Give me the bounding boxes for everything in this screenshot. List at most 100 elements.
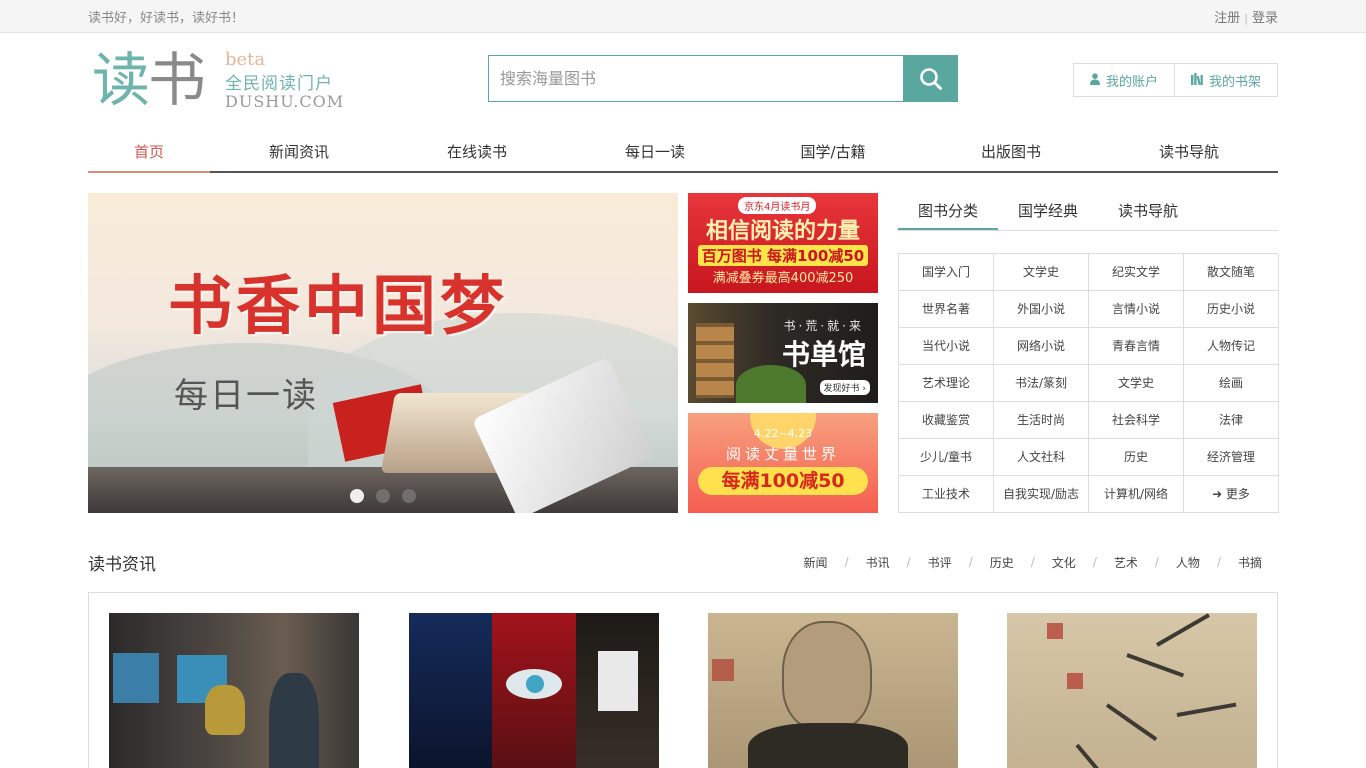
category-link[interactable]: 世界名著	[899, 291, 994, 328]
category-link[interactable]: 绘画	[1184, 365, 1279, 402]
account-links: 我的账户 我的书架	[1072, 63, 1278, 97]
bamboo-leaf	[1075, 743, 1118, 768]
site-logo[interactable]: 读书 beta 全民阅读门户 DUSHU.COM	[88, 47, 368, 117]
top-bar: 读书好，好读书，读好书！ 注册 | 登录	[0, 0, 1366, 33]
news-category-link[interactable]: 书评	[928, 554, 952, 571]
my-account-button[interactable]: 我的账户	[1074, 64, 1174, 96]
category-link[interactable]: 纪实文学	[1089, 254, 1184, 291]
category-panel: 图书分类 国学经典 读书导航 国学入门 文学史 纪实文学 散文随笔 世界名著 外国小说 言情…	[898, 193, 1279, 513]
news-category-link[interactable]: 艺术	[1114, 554, 1138, 571]
category-link[interactable]: 青春言情	[1089, 328, 1184, 365]
news-grid	[88, 592, 1278, 768]
login-link[interactable]: 登录	[1252, 11, 1278, 26]
nav-tab-publishing[interactable]: 出版图书	[922, 133, 1100, 171]
category-link[interactable]: 人文社科	[994, 439, 1089, 476]
news-thumbnail-bamboo-painting[interactable]	[1007, 613, 1257, 768]
ad-banner-world-reading[interactable]: 4.22~4.23 阅读丈量世界 每满100减50	[688, 413, 878, 513]
category-link[interactable]: 历史小说	[1184, 291, 1279, 328]
category-link[interactable]: 国学入门	[899, 254, 994, 291]
link-separator: /	[1154, 555, 1159, 569]
poster	[492, 613, 576, 768]
slider-dot-3[interactable]	[402, 489, 416, 503]
ad-subline: 满减叠券最高400减250	[712, 271, 854, 286]
logo-domain: DUSHU.COM	[225, 92, 345, 111]
category-link[interactable]: 计算机/网络	[1089, 476, 1184, 513]
category-link[interactable]: 社会科学	[1089, 402, 1184, 439]
news-thumbnail-museum[interactable]	[109, 613, 359, 768]
nav-tab-online-reading[interactable]: 在线读书	[388, 133, 566, 171]
category-link[interactable]: 书法/篆刻	[994, 365, 1089, 402]
auth-links: 注册 | 登录	[1214, 7, 1278, 26]
category-link[interactable]: 生活时尚	[994, 402, 1089, 439]
my-account-label: 我的账户	[1105, 74, 1158, 90]
news-category-link[interactable]: 书摘	[1238, 554, 1262, 571]
poster	[409, 613, 493, 768]
tab-book-categories[interactable]: 图书分类	[898, 193, 999, 230]
category-link[interactable]: 当代小说	[899, 328, 994, 365]
news-category-link[interactable]: 新闻	[804, 554, 828, 571]
category-link[interactable]: 言情小说	[1089, 291, 1184, 328]
bamboo-leaf	[1156, 613, 1210, 647]
ad-headline: 书单馆	[781, 338, 866, 371]
nav-tab-reading-guide[interactable]: 读书导航	[1100, 133, 1278, 171]
link-separator: /	[968, 555, 973, 569]
seal-stamp	[712, 659, 734, 681]
nav-tab-classics[interactable]: 国学/古籍	[744, 133, 922, 171]
category-link[interactable]: 外国小说	[994, 291, 1089, 328]
category-link[interactable]: 人物传记	[1184, 328, 1279, 365]
news-category-link[interactable]: 书讯	[866, 554, 890, 571]
tab-classics[interactable]: 国学经典	[998, 193, 1098, 230]
category-link[interactable]: 文学史	[1089, 365, 1184, 402]
portrait-body	[748, 723, 908, 768]
nav-tab-home[interactable]: 首页	[88, 133, 210, 173]
category-link[interactable]: 艺术理论	[899, 365, 994, 402]
ad-offer: 每满100减50	[698, 467, 868, 495]
category-link[interactable]: 网络小说	[994, 328, 1089, 365]
visitor-figure	[269, 673, 319, 768]
banner-row: 书香中国梦 每日一读 京东4月读书月 相信阅读的力量 百万图书 每满100减50…	[88, 193, 1279, 513]
slider-dots	[350, 489, 416, 503]
news-category-link[interactable]: 人物	[1176, 554, 1200, 571]
tab-reading-guide[interactable]: 读书导航	[1098, 193, 1198, 230]
category-link[interactable]: 少儿/童书	[899, 439, 994, 476]
search-button[interactable]	[903, 55, 958, 102]
register-link[interactable]: 注册	[1214, 11, 1240, 26]
search-icon	[919, 67, 942, 90]
category-link[interactable]: 历史	[1089, 439, 1184, 476]
category-link[interactable]: ➜ 更多	[1184, 476, 1279, 513]
link-separator: /	[1216, 555, 1221, 569]
auth-separator: |	[1244, 11, 1248, 25]
my-bookshelf-button[interactable]: 我的书架	[1173, 64, 1277, 96]
news-thumbnail-portrait[interactable]	[708, 613, 958, 768]
bookshelf-icon	[1190, 72, 1203, 88]
news-category-link[interactable]: 文化	[1052, 554, 1076, 571]
category-link[interactable]: 文学史	[994, 254, 1089, 291]
news-category-link[interactable]: 历史	[990, 554, 1014, 571]
bamboo-leaf	[1105, 703, 1158, 742]
nav-tab-daily-read[interactable]: 每日一读	[566, 133, 744, 171]
category-link[interactable]: 散文随笔	[1184, 254, 1279, 291]
category-tabs: 图书分类 国学经典 读书导航	[898, 193, 1278, 231]
news-header: 读书资讯 新闻 / 书讯 / 书评 / 历史 / 文化 / 艺术 / 人物 / 书摘	[88, 548, 1278, 576]
ad-banner-booklist[interactable]: 书·荒·就·来 书单馆 发现好书 ›	[688, 303, 878, 403]
logo-char-2: 书	[148, 46, 206, 114]
bookshelf-image	[696, 323, 734, 398]
slider-dot-1[interactable]	[350, 489, 364, 503]
category-link[interactable]: 经济管理	[1184, 439, 1279, 476]
main-nav: 首页 新闻资讯 在线读书 每日一读 国学/古籍 出版图书 读书导航	[88, 133, 1278, 173]
category-link[interactable]: 收藏鉴赏	[899, 402, 994, 439]
category-link[interactable]: 工业技术	[899, 476, 994, 513]
hero-slider[interactable]: 书香中国梦 每日一读	[88, 193, 678, 513]
category-link[interactable]: 自我实现/励志	[994, 476, 1089, 513]
search-input[interactable]	[488, 55, 903, 102]
bamboo-leaf	[1126, 653, 1185, 678]
ad-banner-jd[interactable]: 京东4月读书月 相信阅读的力量 百万图书 每满100减50 满减叠券最高400减…	[688, 193, 878, 293]
slider-dot-2[interactable]	[376, 489, 390, 503]
logo-beta: beta	[225, 49, 266, 70]
ad-date: 4.22~4.23	[753, 427, 813, 440]
category-link[interactable]: 法律	[1184, 402, 1279, 439]
logo-mark: 读书	[92, 46, 206, 114]
nav-tab-news[interactable]: 新闻资讯	[210, 133, 388, 171]
ad-tag: 京东4月读书月	[738, 197, 817, 214]
news-thumbnail-posters[interactable]	[409, 613, 659, 768]
